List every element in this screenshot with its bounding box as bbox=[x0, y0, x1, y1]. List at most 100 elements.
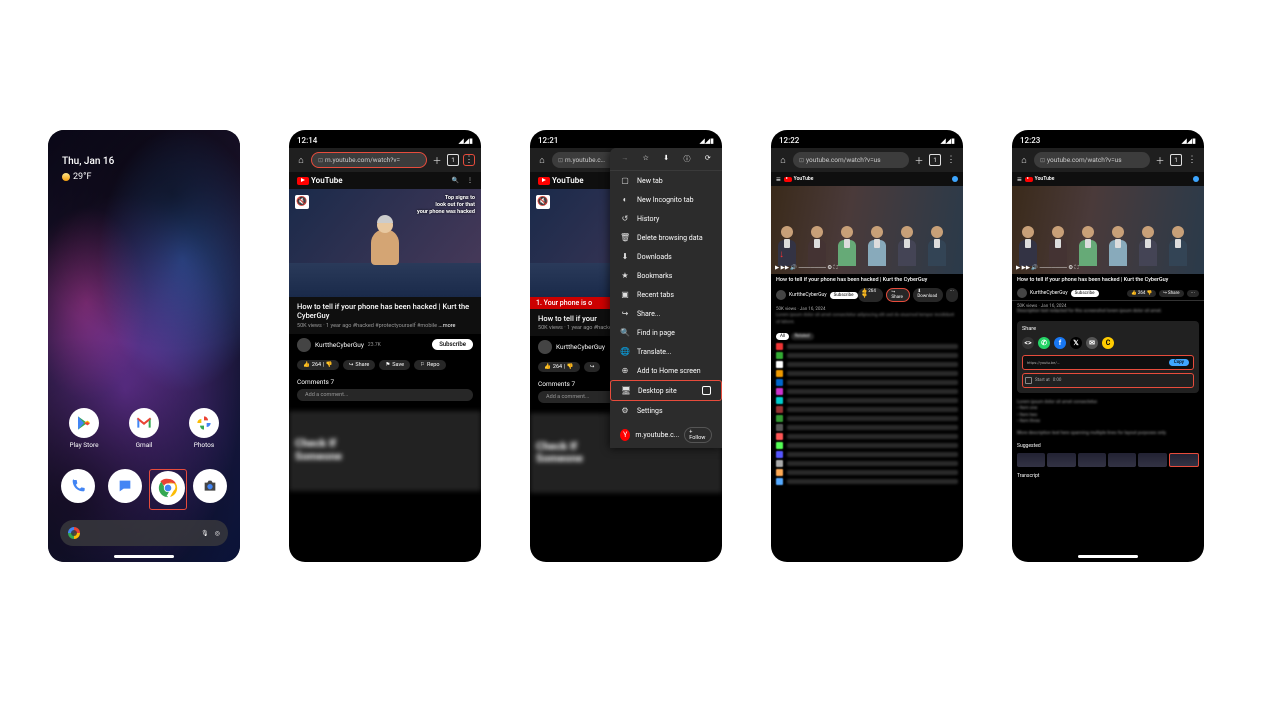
video-player[interactable]: ▶ ▶▶ 🔊 ─────── ⚙ ⛶ bbox=[1012, 186, 1204, 274]
comments-section[interactable]: Comments 7 Add a comment... bbox=[289, 374, 481, 405]
account-avatar[interactable] bbox=[952, 176, 958, 182]
share-url[interactable]: https://youtu.be/… bbox=[1027, 360, 1060, 365]
status-bar: 12:14 ◢◢▮ bbox=[289, 130, 481, 148]
url-bar[interactable]: m.youtube.com/watch?v= bbox=[311, 152, 427, 168]
menu-history[interactable]: ↺History bbox=[610, 209, 722, 228]
next-video-thumb[interactable]: Check IfSomeone bbox=[289, 411, 481, 491]
share-facebook[interactable]: f bbox=[1054, 337, 1066, 349]
search-bar[interactable]: 🎙 ◎ bbox=[60, 520, 228, 546]
bookmark-star-icon[interactable]: ☆ bbox=[643, 154, 649, 164]
channel-avatar[interactable] bbox=[297, 338, 311, 352]
more-button[interactable]: ⋯ bbox=[946, 288, 959, 302]
app-photos[interactable]: Photos bbox=[189, 408, 219, 449]
menu-downloads[interactable]: ⬇Downloads bbox=[610, 247, 722, 266]
search-icon[interactable]: 🔍 bbox=[452, 177, 459, 184]
app-camera[interactable] bbox=[193, 469, 227, 503]
video-player[interactable]: ↓ ▶ ▶▶ 🔊 ─────── ⚙ ⛶ bbox=[771, 186, 963, 274]
menu-find[interactable]: 🔍Find in page bbox=[610, 323, 722, 342]
app-gmail[interactable]: Gmail bbox=[129, 408, 159, 449]
status-time: 12:21 bbox=[538, 136, 558, 145]
app-phone[interactable] bbox=[61, 469, 95, 503]
overflow-menu-icon[interactable]: ⋮ bbox=[463, 154, 475, 166]
home-icon[interactable]: ⌂ bbox=[295, 154, 307, 166]
home-indicator[interactable] bbox=[1078, 555, 1138, 558]
new-tab-icon[interactable]: ＋ bbox=[431, 154, 443, 166]
like-button[interactable]: 👍 264 | 👎 bbox=[297, 360, 339, 370]
url-bar[interactable]: youtube.com/watch?v=us bbox=[1034, 152, 1150, 168]
weather-widget[interactable]: 29°F bbox=[62, 172, 91, 182]
channel-name[interactable]: KurttheCyberGuy bbox=[315, 341, 364, 349]
menu-desktop-site[interactable]: 🖥Desktop site bbox=[610, 380, 722, 401]
video-player[interactable]: 🔇 Top signs to look out for that your ph… bbox=[289, 189, 481, 297]
overflow-menu-icon[interactable]: ⋮ bbox=[945, 154, 957, 166]
share-button[interactable]: ↪ Share bbox=[886, 288, 910, 302]
share-kakao[interactable]: C bbox=[1102, 337, 1114, 349]
transcript-header[interactable]: Transcript bbox=[1012, 469, 1204, 483]
info-icon[interactable]: ⓘ bbox=[684, 154, 691, 164]
start-at-checkbox[interactable] bbox=[1025, 377, 1032, 384]
save-button[interactable]: ⚑ Save bbox=[379, 360, 410, 370]
menu-share[interactable]: ↪Share... bbox=[610, 304, 722, 323]
youtube-logo[interactable]: YouTube bbox=[297, 176, 343, 185]
menu-settings[interactable]: ⚙Settings bbox=[610, 401, 722, 420]
comment-input[interactable]: Add a comment... bbox=[297, 389, 473, 401]
copy-button[interactable]: Copy bbox=[1169, 359, 1189, 366]
tab-all[interactable]: All bbox=[776, 333, 789, 340]
report-button[interactable]: ⚐ Repo bbox=[414, 360, 445, 370]
home-icon[interactable]: ⌂ bbox=[1018, 154, 1030, 166]
channel-avatar[interactable] bbox=[538, 340, 552, 354]
menu-bookmarks[interactable]: ★Bookmarks bbox=[610, 266, 722, 285]
mute-icon[interactable]: 🔇 bbox=[536, 195, 550, 209]
menu-delete-data[interactable]: 🗑Delete browsing data bbox=[610, 228, 722, 247]
mic-icon[interactable]: 🎙 bbox=[201, 530, 209, 537]
desktop-site-checkbox[interactable] bbox=[702, 386, 711, 395]
video-description[interactable]: 50K views · Jan 16, 2024 Lorem ipsum dol… bbox=[771, 304, 963, 329]
account-avatar[interactable] bbox=[1193, 176, 1199, 182]
tab-switcher[interactable]: 1 bbox=[447, 154, 459, 166]
video-title[interactable]: How to tell if your phone has been hacke… bbox=[771, 274, 963, 286]
new-tab-icon[interactable]: ＋ bbox=[1154, 154, 1166, 166]
url-bar[interactable]: youtube.com/watch?v=us bbox=[793, 152, 909, 168]
like-button[interactable]: 👍 264 | 👎 bbox=[538, 362, 580, 372]
date-widget[interactable]: Thu, Jan 16 bbox=[62, 156, 114, 167]
video-description[interactable]: 50K views · Jan 16, 2024 Description tex… bbox=[1012, 300, 1204, 317]
video-overlay-text: Top signs to look out for that your phon… bbox=[417, 195, 475, 216]
menu-incognito[interactable]: ◐New Incognito tab bbox=[610, 190, 722, 209]
player-controls[interactable]: ▶ ▶▶ 🔊 ─────── ⚙ ⛶ bbox=[771, 263, 963, 274]
channel-avatar[interactable] bbox=[776, 290, 786, 300]
like-button[interactable]: 👍 264 👎 bbox=[858, 288, 884, 302]
share-whatsapp[interactable]: ✆ bbox=[1038, 337, 1050, 349]
share-button[interactable]: ↪ Share bbox=[343, 360, 376, 370]
subscribe-button[interactable]: Subscribe bbox=[432, 339, 473, 350]
new-tab-icon[interactable]: ＋ bbox=[913, 154, 925, 166]
reload-icon[interactable]: ⟳ bbox=[705, 154, 711, 164]
screenshot-chrome-menu: 12:21 ◢◢▮ ⌂ m.youtube.c… YouTube 🔇 1. Yo… bbox=[530, 130, 722, 562]
home-icon[interactable]: ⌂ bbox=[536, 154, 548, 166]
app-chrome[interactable] bbox=[151, 471, 185, 505]
follow-button[interactable]: + Follow bbox=[684, 427, 712, 443]
menu-recent-tabs[interactable]: ▣Recent tabs bbox=[610, 285, 722, 304]
home-indicator[interactable] bbox=[114, 555, 174, 558]
menu-new-tab[interactable]: ▢New tab bbox=[610, 171, 722, 190]
app-play-store[interactable]: Play Store bbox=[69, 408, 99, 449]
download-button[interactable]: ⬇ Download bbox=[913, 288, 942, 302]
overflow-menu-icon[interactable]: ⋮ bbox=[1186, 154, 1198, 166]
menu-site-shortcut[interactable]: Y m.youtube.c... + Follow bbox=[610, 422, 722, 448]
youtube-menu-icon[interactable]: ⋮ bbox=[467, 177, 473, 184]
app-messages[interactable] bbox=[108, 469, 142, 503]
video-title[interactable]: How to tell if your phone has been hacke… bbox=[297, 302, 473, 321]
youtube-logo[interactable]: YouTube bbox=[538, 176, 584, 185]
download-icon[interactable]: ⬇ bbox=[663, 154, 669, 164]
share-button[interactable]: ↪ bbox=[584, 362, 601, 372]
start-at-row[interactable]: Start at 0:00 bbox=[1022, 373, 1194, 388]
menu-add-home[interactable]: ⊕Add to Home screen bbox=[610, 361, 722, 380]
subscribe-button[interactable]: Subscribe bbox=[830, 292, 858, 299]
share-x[interactable]: 𝕏 bbox=[1070, 337, 1082, 349]
share-email[interactable]: ✉ bbox=[1086, 337, 1098, 349]
lens-icon[interactable]: ◎ bbox=[215, 530, 220, 537]
mute-icon[interactable]: 🔇 bbox=[295, 195, 309, 209]
menu-translate[interactable]: 🌐Translate... bbox=[610, 342, 722, 361]
tab-switcher[interactable]: 1 bbox=[929, 154, 941, 166]
home-icon[interactable]: ⌂ bbox=[777, 154, 789, 166]
share-embed[interactable]: <> bbox=[1022, 337, 1034, 349]
